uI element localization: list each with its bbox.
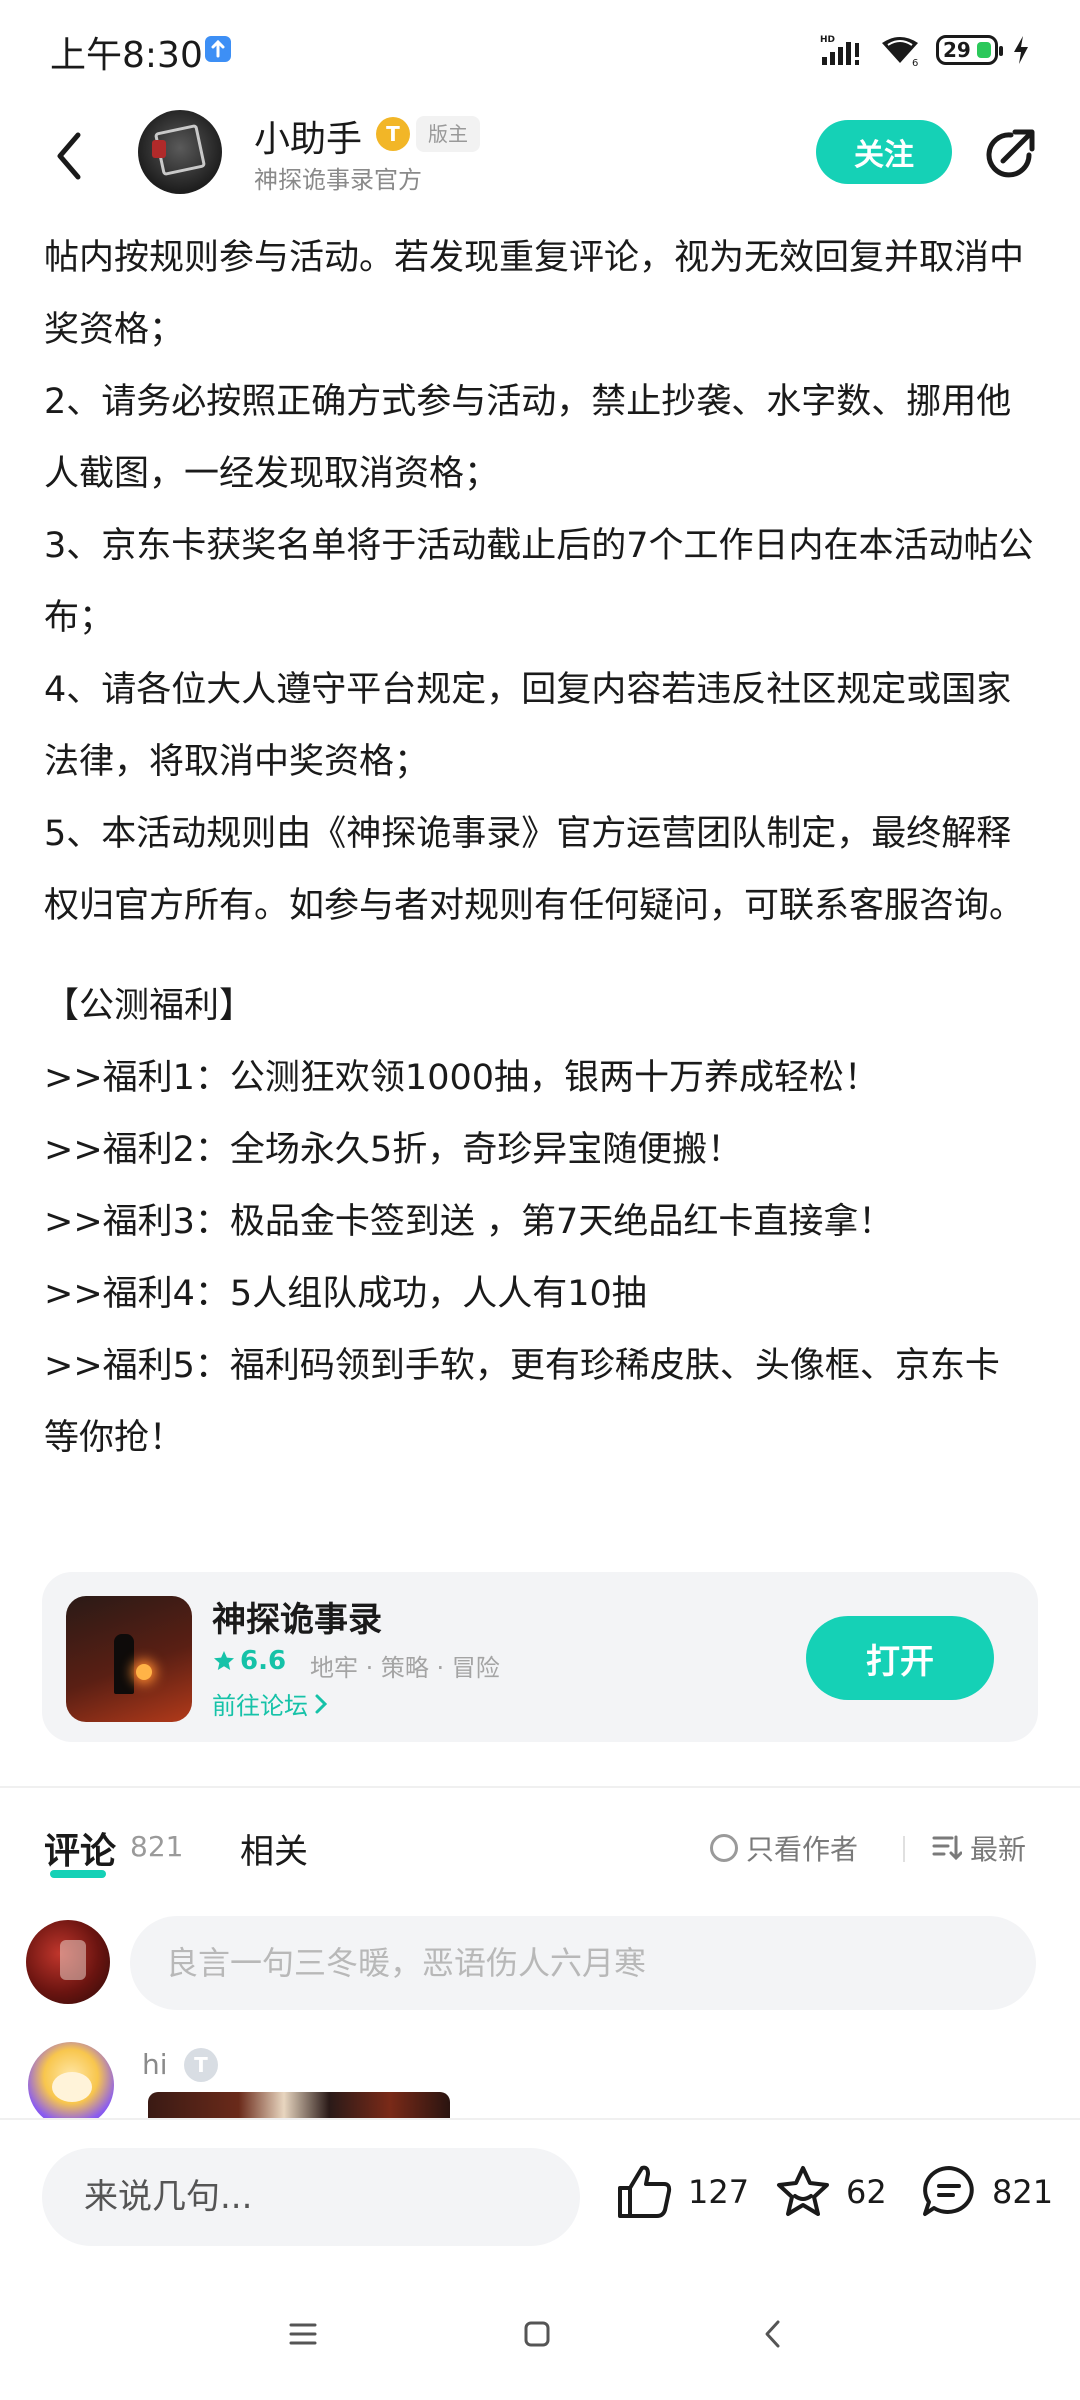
follow-button[interactable]: 关注 [816, 120, 952, 184]
rule-paragraph: 5、本活动规则由《神探诡事录》官方运营团队制定，最终解释权归官方所有。如参与者对… [44, 814, 1025, 926]
status-time: 上午8:30 [50, 35, 203, 76]
like-button[interactable]: 127 [616, 2164, 749, 2220]
benefit-item: >>福利3：极品金卡签到送 ，第7天绝品红卡直接拿！ [44, 1202, 894, 1242]
commenter-avatar[interactable] [28, 2042, 114, 2128]
benefit-item: >>福利1：公测狂欢领1000抽，银两十万养成轻松！ [44, 1058, 879, 1098]
radio-icon [710, 1834, 738, 1862]
game-icon [66, 1596, 192, 1722]
active-tab-indicator [50, 1870, 106, 1878]
tab-related[interactable]: 相关 [240, 1824, 308, 1873]
status-bar: 上午8:30 HD 6 29 [0, 0, 1080, 100]
quick-reply-input[interactable] [42, 2148, 580, 2246]
star-icon [214, 1651, 234, 1670]
benefit-item: >>福利2：全场永久5折，奇珍异宝随便搬！ [44, 1130, 743, 1170]
favorite-count: 62 [846, 2173, 887, 2211]
section-divider [0, 1786, 1080, 1788]
comment-count: 821 [130, 1830, 184, 1863]
battery-level: 29 [943, 38, 971, 62]
sort-button[interactable]: 最新 [932, 1828, 1026, 1868]
thumbs-up-icon [618, 2165, 672, 2218]
commenter-avatar-face [52, 2072, 92, 2102]
commenter-level-badge: T [184, 2048, 218, 2082]
game-name: 神探诡事录 [212, 1600, 382, 1640]
recent-apps-button[interactable] [278, 2314, 328, 2354]
tab-comments[interactable]: 评论 [44, 1822, 116, 1874]
only-author-toggle[interactable]: 只看作者 [710, 1828, 858, 1868]
comment-bubble-icon [923, 2166, 974, 2216]
chevron-right-icon [315, 1694, 328, 1713]
moderator-badge: 版主 [416, 116, 480, 152]
bottom-action-bar: 127 62 821 [0, 2118, 1080, 2268]
game-tags: 地牢 · 策略 · 冒险 [310, 1654, 500, 1682]
game-icon-lantern [136, 1664, 152, 1680]
comment-total: 821 [992, 2173, 1054, 2211]
rule-paragraph: 4、请各位大人遵守平台规定，回复内容若违反社区规定或国家法律，将取消中奖资格； [44, 670, 1012, 782]
home-square-icon [524, 2321, 550, 2347]
toolbar-separator [903, 1836, 905, 1862]
author-name[interactable]: 小助手 [254, 110, 362, 162]
comment-image[interactable] [148, 2092, 450, 2118]
star-outline-icon [777, 2166, 829, 2216]
back-arrow-icon [57, 132, 81, 180]
game-rating: 6.6 [212, 1646, 286, 1676]
back-button[interactable] [44, 126, 94, 186]
forum-link[interactable]: 前往论坛 [212, 1686, 328, 1721]
back-triangle-icon [765, 2320, 780, 2348]
share-icon [986, 129, 1035, 178]
only-author-label: 只看作者 [746, 1833, 859, 1866]
system-back-button[interactable] [748, 2314, 798, 2354]
favorite-button[interactable]: 62 [774, 2164, 887, 2220]
commenter-name[interactable]: hi [142, 2048, 168, 2081]
notification-icon [205, 36, 231, 62]
signal-icon: HD [820, 35, 859, 65]
game-rating-value: 6.6 [240, 1646, 287, 1676]
menu-icon [289, 2323, 317, 2345]
share-button[interactable] [980, 124, 1040, 184]
avatar-seal [152, 140, 166, 158]
game-card[interactable]: 神探诡事录 6.6 地牢 · 策略 · 冒险 前往论坛 打开 [42, 1572, 1038, 1742]
my-avatar [26, 1920, 110, 2004]
author-subtitle: 神探诡事录官方 [254, 166, 422, 194]
post-content: 帖内按规则参与活动。若发现重复评论，视为无效回复并取消中奖资格； 2、请务必按照… [44, 222, 1034, 1474]
author-avatar[interactable] [138, 110, 222, 194]
rule-paragraph: 2、请务必按照正确方式参与活动，禁止抄袭、水字数、挪用他人截图，一经发现取消资格… [44, 382, 1012, 494]
comments-tab-bar: 评论 821 相关 只看作者 最新 [0, 1808, 1080, 1888]
like-count: 127 [688, 2173, 750, 2211]
sort-label: 最新 [970, 1833, 1027, 1866]
wifi-icon: 6 [882, 37, 918, 67]
charging-icon [1014, 36, 1028, 64]
benefit-item: >>福利4：5人组队成功，人人有10抽 [44, 1274, 647, 1314]
rule-paragraph: 帖内按规则参与活动。若发现重复评论，视为无效回复并取消中奖资格； [44, 238, 1025, 350]
sort-icon [932, 1835, 962, 1861]
open-game-button[interactable]: 打开 [806, 1616, 994, 1700]
rule-paragraph: 3、京东卡获奖名单将于活动截止后的7个工作日内在本活动帖公布； [44, 526, 1034, 638]
svg-text:6: 6 [912, 58, 918, 67]
my-avatar-art [60, 1940, 86, 1980]
status-icons: HD 6 29 [820, 30, 1030, 70]
forum-link-label: 前往论坛 [212, 1692, 308, 1720]
svg-text:HD: HD [820, 35, 835, 45]
comment-button[interactable]: 821 [920, 2164, 1053, 2220]
home-button[interactable] [512, 2314, 562, 2354]
post-header: 小助手 T 版主 神探诡事录官方 关注 [0, 100, 1080, 220]
section-title: 【公测福利】 [44, 986, 255, 1026]
system-nav-bar [0, 2268, 1080, 2400]
battery-indicator: 29 [936, 35, 1003, 65]
battery-cap [999, 46, 1003, 56]
battery-fill [977, 42, 991, 58]
game-icon-figure [114, 1634, 134, 1694]
comment-input[interactable] [130, 1916, 1036, 2010]
author-level-badge: T [376, 117, 410, 151]
benefit-item: >>福利5：福利码领到手软，更有珍稀皮肤、头像框、京东卡等你抢！ [44, 1346, 1000, 1458]
